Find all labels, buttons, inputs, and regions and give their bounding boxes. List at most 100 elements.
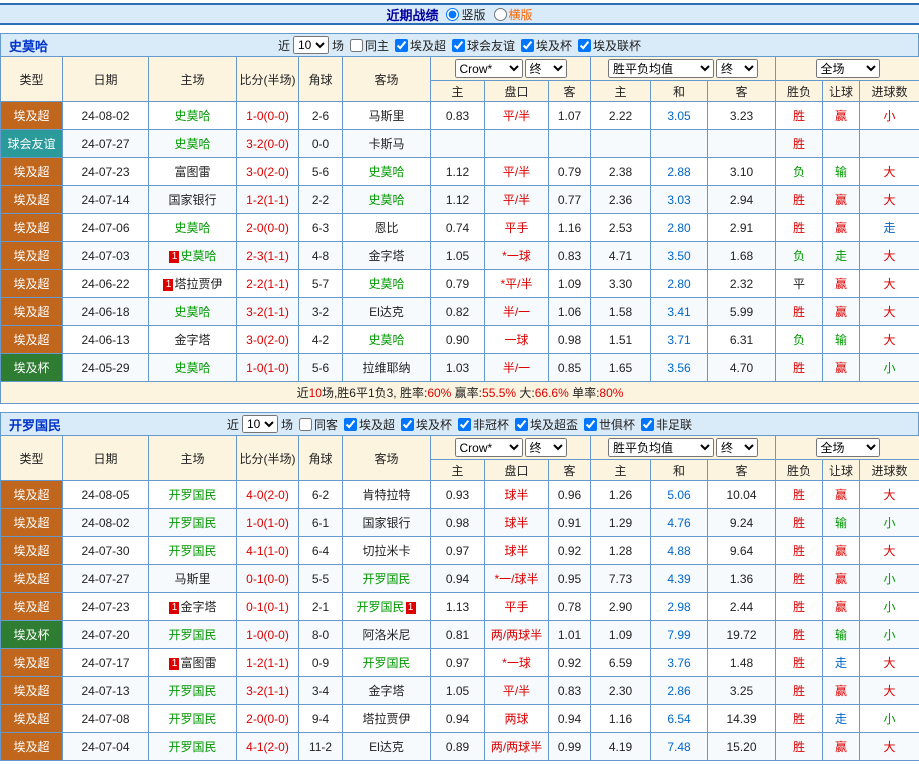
home-team-cell[interactable]: 史莫哈 [148,101,237,130]
team-link[interactable]: 阿洛米尼 [362,628,410,642]
filter-checkbox[interactable]: 世俱杯 [581,416,635,433]
team-link[interactable]: 开罗国民 [168,684,216,698]
filter-checkbox[interactable]: 同主 [347,37,389,54]
team-name[interactable]: 开罗国民 [9,415,61,434]
filter-checkbox[interactable]: 埃及杯 [398,416,452,433]
score-cell[interactable]: 4-0(2-0) [236,480,299,509]
away-team-cell[interactable]: 塔拉贾伊 [342,704,431,733]
home-team-cell[interactable]: 富图雷 [148,157,237,186]
filter-checkbox[interactable]: 埃及联杯 [575,37,641,54]
away-team-cell[interactable]: 拉维耶纳 [342,353,431,382]
away-team-cell[interactable]: 开罗国民 [342,564,431,593]
score-cell[interactable]: 0-1(0-1) [236,592,299,621]
home-team-cell[interactable]: 马斯里 [148,564,237,593]
team-link[interactable]: 史莫哈 [174,361,210,375]
home-team-cell[interactable]: 开罗国民 [148,620,237,649]
filter-checkbox[interactable]: 非足联 [638,416,692,433]
home-team-cell[interactable]: 金字塔 [148,325,237,354]
team-link[interactable]: 开罗国民 [362,656,410,670]
team-link[interactable]: 切拉米卡 [362,544,410,558]
odds-company-select[interactable]: Crow* [454,59,523,78]
team-link[interactable]: El达克 [369,305,404,319]
home-team-cell[interactable]: 1 塔拉贾伊 [148,269,237,298]
team-link[interactable]: 金字塔 [368,684,404,698]
team-link[interactable]: 富图雷 [180,656,216,670]
away-team-cell[interactable]: 恩比 [342,213,431,242]
score-cell[interactable]: 4-1(2-0) [236,732,299,761]
team-link[interactable]: 开罗国民 [168,516,216,530]
odds-company-select[interactable]: Crow* [454,438,523,457]
home-team-cell[interactable]: 1 金字塔 [148,592,237,621]
checkbox-input[interactable] [458,417,471,431]
home-team-cell[interactable]: 史莫哈 [148,213,237,242]
score-cell[interactable]: 1-0(0-0) [236,620,299,649]
scope-select[interactable]: 全场 [815,438,880,457]
checkbox-input[interactable] [641,417,655,431]
away-team-cell[interactable]: 马斯里 [342,101,431,130]
checkbox-input[interactable] [400,417,414,431]
away-team-cell[interactable]: El达克 [342,297,431,326]
team-link[interactable]: 马斯里 [368,109,404,123]
checkbox-input[interactable] [578,38,592,52]
score-cell[interactable]: 4-1(1-0) [236,536,299,565]
filter-checkbox[interactable]: 埃及杯 [518,37,572,54]
vertical-radio[interactable] [446,7,460,21]
checkbox-input[interactable] [515,417,529,431]
checkbox-input[interactable] [343,417,357,431]
team-link[interactable]: 肯特拉特 [362,488,410,502]
filter-checkbox[interactable]: 非冠杯 [455,416,509,433]
horizontal-radio[interactable] [493,7,507,21]
odds-time-select[interactable]: 终 [524,438,567,457]
layout-horizontal-option[interactable]: 横版 [493,6,533,23]
filter-checkbox[interactable]: 埃及超盃 [512,416,578,433]
team-link[interactable]: 开罗国民 [362,572,410,586]
team-link[interactable]: 恩比 [374,221,398,235]
score-cell[interactable]: 3-2(0-0) [236,129,299,158]
team-link[interactable]: 史莫哈 [368,193,404,207]
score-cell[interactable]: 0-1(0-0) [236,564,299,593]
home-team-cell[interactable]: 开罗国民 [148,508,237,537]
score-cell[interactable]: 1-0(0-0) [236,101,299,130]
team-link[interactable]: 开罗国民 [168,544,216,558]
score-cell[interactable]: 2-3(1-1) [236,241,299,270]
away-team-cell[interactable]: 史莫哈 [342,157,431,186]
away-team-cell[interactable]: 史莫哈 [342,269,431,298]
team-link[interactable]: 史莫哈 [180,249,216,263]
europe-time-select[interactable]: 终 [716,59,759,78]
home-team-cell[interactable]: 开罗国民 [148,704,237,733]
score-cell[interactable]: 2-2(1-1) [236,269,299,298]
away-team-cell[interactable]: 阿洛米尼 [342,620,431,649]
filter-checkbox[interactable]: 埃及超 [341,416,395,433]
score-cell[interactable]: 3-2(1-1) [236,676,299,705]
europe-time-select[interactable]: 终 [716,438,759,457]
home-team-cell[interactable]: 开罗国民 [148,536,237,565]
home-team-cell[interactable]: 史莫哈 [148,129,237,158]
home-team-cell[interactable]: 史莫哈 [148,297,237,326]
team-link[interactable]: 卡斯马 [368,137,404,151]
score-cell[interactable]: 1-0(1-0) [236,353,299,382]
team-link[interactable]: 史莫哈 [174,109,210,123]
away-team-cell[interactable]: 金字塔 [342,241,431,270]
match-count-select[interactable]: 10 [292,36,329,54]
score-cell[interactable]: 1-2(1-1) [236,648,299,677]
checkbox-input[interactable] [452,38,465,52]
away-team-cell[interactable]: 卡斯马 [342,129,431,158]
team-link[interactable]: 史莫哈 [368,277,404,291]
home-team-cell[interactable]: 史莫哈 [148,353,237,382]
team-link[interactable]: 开罗国民 [168,712,216,726]
team-name[interactable]: 史莫哈 [9,36,48,55]
checkbox-input[interactable] [394,38,408,52]
team-link[interactable]: 史莫哈 [368,333,404,347]
team-link[interactable]: 国家银行 [362,516,410,530]
team-link[interactable]: 金字塔 [368,249,404,263]
checkbox-input[interactable] [349,38,363,52]
away-team-cell[interactable]: 史莫哈 [342,185,431,214]
score-cell[interactable]: 3-2(1-1) [236,297,299,326]
away-team-cell[interactable]: 史莫哈 [342,325,431,354]
home-team-cell[interactable]: 国家银行 [148,185,237,214]
team-link[interactable]: 国家银行 [168,193,216,207]
team-link[interactable]: 富图雷 [174,165,210,179]
team-link[interactable]: 开罗国民 [168,488,216,502]
score-cell[interactable]: 2-0(0-0) [236,213,299,242]
score-cell[interactable]: 3-0(2-0) [236,157,299,186]
